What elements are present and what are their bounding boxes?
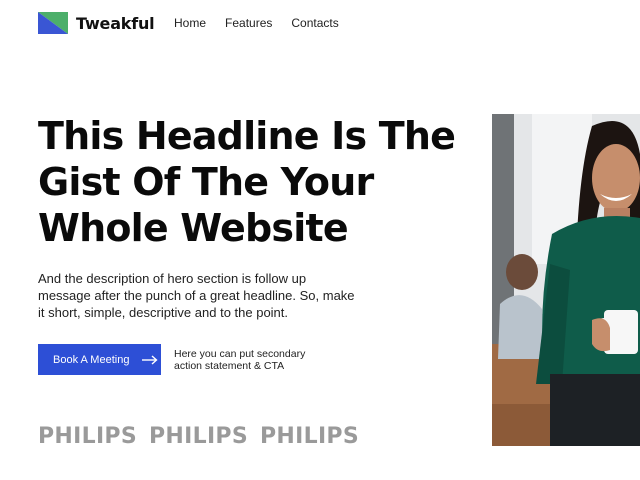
hero-description: And the description of hero section is f…: [38, 271, 355, 320]
hero-headline-line-1: This Headline Is The: [38, 114, 456, 158]
hero-photo: [492, 114, 640, 446]
partner-logo-philips: PHILIPS: [38, 424, 137, 449]
partner-logo-philips: PHILIPS: [260, 424, 359, 449]
nav-item-home[interactable]: Home: [174, 16, 206, 30]
brand-name: Tweakful: [76, 13, 155, 33]
hero-headline-line-2: Gist Of The Your: [38, 160, 374, 204]
main-nav: Home Features Contacts: [174, 16, 358, 30]
book-meeting-button[interactable]: Book A Meeting: [38, 344, 161, 375]
arrow-right-icon: [142, 354, 159, 365]
partner-logo-philips: PHILIPS: [149, 424, 248, 449]
nav-item-features[interactable]: Features: [225, 16, 272, 30]
book-meeting-label: Book A Meeting: [53, 353, 130, 366]
brand-logo[interactable]: Tweakful: [38, 12, 155, 34]
nav-item-contacts[interactable]: Contacts: [291, 16, 338, 30]
secondary-cta-text: Here you can put secondary action statem…: [174, 348, 306, 372]
partner-logos: PHILIPS PHILIPS PHILIPS: [38, 424, 359, 449]
hero-headline-line-3: Whole Website: [38, 206, 349, 250]
hero-headline: This Headline Is The Gist Of The Your Wh…: [38, 113, 458, 251]
brand-logo-icon: [38, 12, 68, 34]
